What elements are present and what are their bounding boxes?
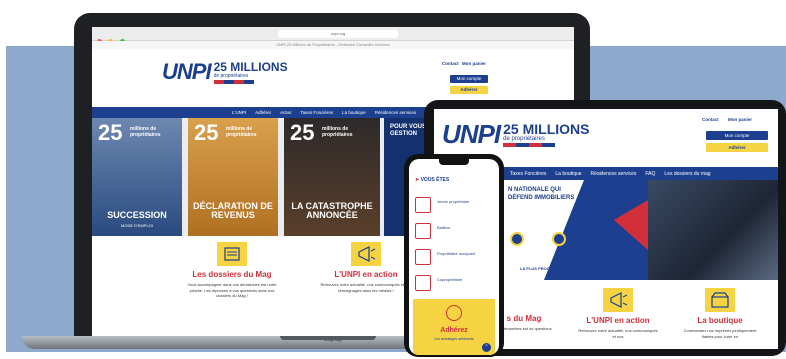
hero-circle-icon[interactable] (510, 232, 524, 246)
hero-photo (648, 180, 778, 280)
card-title: L'UNPI en action (586, 316, 650, 325)
phone-section-title: ➤ VOUS ÊTES (409, 177, 499, 187)
membership-icon (446, 305, 462, 321)
cover-masthead: millions de propriétaires (322, 126, 353, 138)
nav-item-boutique[interactable]: La boutique (342, 110, 366, 115)
site-header: UNPI 25 MILLIONS de propriétaires Contac… (92, 49, 574, 107)
nav-item-residences[interactable]: Résidences services (375, 110, 416, 115)
cover-number: 25 (194, 120, 219, 145)
cover-catastrophe[interactable]: 25 millions de propriétaires LA CATASTRO… (284, 118, 380, 236)
logo-millions: 25 MILLIONS (503, 121, 590, 137)
key-icon (415, 223, 431, 239)
cover-declaration[interactable]: 25 millions de propriétaires DÉCLARATION… (188, 118, 278, 236)
scroll-top-button[interactable]: ⌃ (482, 343, 491, 352)
account-button[interactable]: Mon compte (706, 131, 768, 140)
profile-item-occupant[interactable]: Propriétaire occupant (415, 247, 495, 269)
nav-item-adherer[interactable]: Adhérer (255, 110, 271, 115)
card-boutique[interactable]: La boutique Commandez nos imprimés jurid… (670, 280, 770, 339)
browser-notice: UNPI 25 Millions de Propriétaires - Défe… (92, 41, 574, 49)
cover-succession[interactable]: 25 millions de propriétaires SUCCESSION … (92, 118, 182, 236)
hero-title: N NATIONALE QUI DÉFEND IMMOBILIERS (508, 187, 575, 201)
join-button[interactable]: Adhérer (706, 143, 768, 152)
unpi-logo[interactable]: UNPI 25 MILLIONS de propriétaires (442, 119, 589, 150)
nav-item-residences[interactable]: Résidences services (591, 171, 637, 177)
card-dossiers[interactable]: Les dossiers du Mag Vous accompagner dan… (172, 236, 292, 299)
device-mockup-scene: Laptop unpi.org UNPI 25 Millions de Prop… (0, 0, 786, 359)
contact-link[interactable]: Contact (702, 117, 719, 122)
cart-link[interactable]: Mon panier (728, 117, 752, 122)
megaphone-icon (603, 288, 633, 312)
adherez-title: Adhérez (440, 327, 468, 334)
profile-label: Copropriétaire (437, 277, 463, 282)
logo-strip (213, 79, 288, 84)
logo-millions: 25 MILLIONS (213, 59, 288, 74)
adherez-subtitle: Les avantages adhérents (434, 337, 474, 341)
magazine-icon (217, 242, 247, 266)
contact-link[interactable]: Contact (442, 61, 459, 66)
near-you-label[interactable]: LA PLUS PROCHE DE CHEZ VOUS (520, 266, 586, 271)
unpi-logo[interactable]: UNPI 25 MILLIONS de propriétaires (162, 59, 288, 85)
nav-item-taxes[interactable]: Taxes Foncières (300, 110, 333, 115)
nav-item-unpi[interactable]: L'UNPI (232, 110, 246, 115)
nav-item-boutique[interactable]: La boutique (555, 171, 581, 177)
card-text: Retrouvez notre actualité, nos communiqu… (578, 328, 658, 339)
browser-toolbar: unpi.org (92, 27, 574, 44)
phone-notch (439, 159, 469, 165)
phone-header-text: VOUS ÊTES (420, 177, 450, 183)
laptop-notch (280, 336, 376, 340)
cover-masthead: millions de propriétaires (226, 126, 257, 138)
logo-mark: UNPI (162, 59, 212, 84)
house-icon (415, 197, 431, 213)
profile-item-jeune[interactable]: Jeune propriétaire (415, 195, 495, 217)
card-title: La boutique (697, 316, 743, 325)
profile-label: Propriétaire occupant (437, 251, 476, 256)
account-button[interactable]: Mon compte (450, 75, 488, 83)
nav-item-taxes[interactable]: Taxes Foncières (510, 171, 546, 177)
nav-item-dossiers[interactable]: Les dossiers du mag (664, 171, 710, 177)
profile-item-copro[interactable]: Copropriétaire (415, 273, 495, 295)
cover-title: LA CATASTROPHE ANNONCÉE (291, 201, 373, 220)
profile-label: Jeune propriétaire (437, 199, 470, 204)
cover-number: 25 (290, 120, 315, 145)
hero-circle-icon[interactable] (552, 232, 566, 246)
home-person-icon (415, 249, 431, 265)
card-text: Vous accompagner dans vos démarches est … (187, 282, 277, 298)
nav-item-faq[interactable]: FAQ (645, 171, 655, 177)
profile-item-bailleur[interactable]: Bailleur (415, 221, 495, 243)
logo-mark: UNPI (442, 119, 501, 149)
join-button[interactable]: Adhérer (450, 86, 488, 94)
logo-strip (503, 143, 589, 147)
card-action[interactable]: L'UNPI en action Retrouvez notre actuali… (568, 280, 668, 339)
address-bar[interactable]: unpi.org (278, 30, 398, 38)
megaphone-icon (351, 242, 381, 266)
cover-title: SUCCESSION (107, 210, 167, 220)
cover-number: 25 (98, 120, 123, 145)
nav-item-actus[interactable]: Actus (280, 110, 291, 115)
building-icon (415, 275, 431, 291)
cover-title: DÉCLARATION DE REVENUS (193, 201, 273, 220)
cover-masthead: millions de propriétaires (130, 126, 161, 138)
card-text: Commandez nos imprimés juridiquement fia… (683, 328, 757, 339)
cart-link[interactable]: Mon panier (462, 61, 486, 66)
cover-subtitle: MODE D'EMPLOI (121, 223, 153, 228)
phone-screen: ➤ VOUS ÊTES Jeune propriétaire Bailleur … (409, 159, 499, 355)
shop-icon (705, 288, 735, 312)
card-title: Les dossiers du Mag (192, 270, 272, 279)
profile-label: Bailleur (437, 225, 451, 230)
